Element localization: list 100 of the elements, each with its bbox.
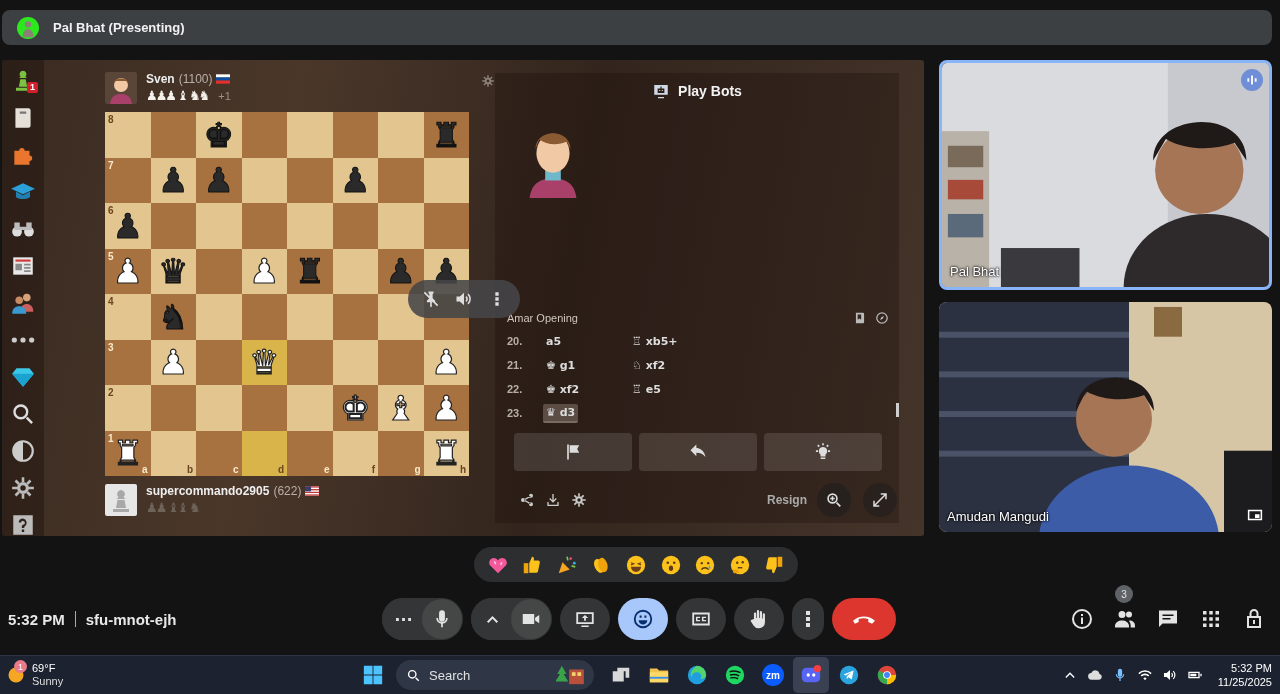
clock-date[interactable]: 11/25/2025 xyxy=(1217,675,1272,689)
move[interactable]: ♚ g1 xyxy=(543,356,619,374)
board-square[interactable]: ♟ xyxy=(332,157,378,203)
browser-icon[interactable] xyxy=(686,664,708,686)
search-icon[interactable] xyxy=(10,401,36,427)
phone-icon xyxy=(853,614,875,624)
help-icon[interactable] xyxy=(10,512,36,536)
expand-icon xyxy=(871,491,889,509)
board-square[interactable]: 4 xyxy=(105,294,151,340)
flag-button[interactable] xyxy=(514,433,632,471)
player-name: supercommando2905 xyxy=(146,484,270,498)
chess-piece[interactable]: ♟ xyxy=(158,160,189,201)
move[interactable]: ♘ xf2 xyxy=(629,356,705,374)
chess-piece[interactable]: ♟ xyxy=(340,160,371,201)
chess-piece[interactable]: ♟ xyxy=(112,205,143,246)
video-tile[interactable]: Pal Bhat xyxy=(939,60,1272,290)
move[interactable]: ♖ e5 xyxy=(629,380,705,398)
caret-icon xyxy=(487,615,498,623)
compass-icon[interactable] xyxy=(875,311,889,325)
thinking-face-icon[interactable] xyxy=(728,553,751,576)
chess-piece[interactable]: ♛ xyxy=(158,251,189,292)
move-number: 20. xyxy=(507,335,524,347)
board-square[interactable]: ♟ xyxy=(150,157,196,203)
panel-title: Play Bots xyxy=(678,83,742,99)
board-square[interactable]: e xyxy=(287,430,333,476)
zoom-button[interactable] xyxy=(817,483,851,517)
move[interactable]: ♖ xb5+ xyxy=(629,332,705,350)
chess-piece[interactable]: ♚ xyxy=(203,114,234,155)
settings-icon[interactable] xyxy=(571,492,587,508)
video-tile[interactable]: Amudan Mangudi xyxy=(939,302,1272,532)
chrome-icon[interactable] xyxy=(876,664,898,686)
chess-piece[interactable]: ♟ xyxy=(203,160,234,201)
captured-pieces: ♟♟ ♝♝ ♞ xyxy=(146,500,199,515)
board-square[interactable]: 2 xyxy=(105,385,151,431)
more-button[interactable] xyxy=(792,598,824,640)
zoom-app-icon[interactable]: zm xyxy=(762,664,784,686)
board-square[interactable]: 3 xyxy=(105,339,151,385)
board-square[interactable]: ♜ xyxy=(287,248,333,294)
player-rating: (622) xyxy=(273,484,302,498)
move-number: 23. xyxy=(507,407,524,419)
chess-piece[interactable]: ♟ xyxy=(112,251,143,292)
info-icon[interactable] xyxy=(1070,607,1094,631)
wifi-icon[interactable] xyxy=(1136,667,1153,683)
captions-button[interactable] xyxy=(676,598,726,640)
rank-label: 3 xyxy=(108,341,114,353)
surprised-face-icon[interactable] xyxy=(659,553,682,576)
avatar-icon xyxy=(17,16,39,39)
music-app-icon[interactable] xyxy=(724,664,746,686)
chess-piece[interactable]: ♟ xyxy=(385,251,416,292)
download-icon[interactable] xyxy=(545,492,561,508)
mic-button[interactable] xyxy=(422,599,462,639)
weather-condition: Sunny xyxy=(32,675,64,688)
resign-link[interactable]: Resign xyxy=(767,493,807,507)
board-square[interactable]: ♜ xyxy=(423,112,469,158)
smiley-icon xyxy=(632,608,654,630)
cloud-icon[interactable] xyxy=(1086,667,1103,683)
flag-icon xyxy=(216,74,231,84)
move-number: 21. xyxy=(507,359,524,371)
leave-call-button[interactable] xyxy=(832,598,896,640)
chess-piece[interactable]: ♜ xyxy=(112,433,143,474)
chess-piece[interactable]: ♟ xyxy=(431,387,462,428)
windows-start-icon[interactable] xyxy=(362,664,384,686)
board-square[interactable]: ♚ xyxy=(196,112,242,158)
present-button[interactable] xyxy=(560,598,610,640)
move[interactable]: ♛ d3 xyxy=(543,403,579,423)
camera-button[interactable] xyxy=(511,599,551,639)
board-square[interactable]: ♛ xyxy=(150,248,196,294)
notification-badge: 1 xyxy=(14,660,27,673)
raise-hand-button[interactable] xyxy=(734,598,784,640)
board-square[interactable]: ♞ xyxy=(150,294,196,340)
reactions-button[interactable] xyxy=(618,598,668,640)
file-label: a xyxy=(141,464,148,475)
laughing-face-icon[interactable] xyxy=(624,553,647,576)
chess-piece[interactable]: ♜ xyxy=(294,251,325,292)
hint-button[interactable] xyxy=(764,433,882,471)
board-square[interactable]: 7 xyxy=(105,157,151,203)
board-square[interactable]: d xyxy=(241,430,287,476)
paper-plane-icon[interactable] xyxy=(838,664,860,686)
chess-piece[interactable]: ♞ xyxy=(158,296,189,337)
contrast-icon[interactable] xyxy=(10,438,36,464)
fullscreen-button[interactable] xyxy=(863,483,897,517)
sad-face-icon[interactable] xyxy=(694,553,717,576)
book-icon[interactable] xyxy=(853,311,867,325)
board-square[interactable]: 8 xyxy=(105,112,151,158)
share-icon[interactable] xyxy=(519,492,535,508)
volume-icon[interactable] xyxy=(1161,667,1178,683)
board-square[interactable]: ♟ xyxy=(378,248,424,294)
chess-piece[interactable]: ♜ xyxy=(431,114,462,155)
board-square[interactable]: ♟ xyxy=(423,385,469,431)
board-square[interactable]: c xyxy=(196,430,242,476)
board-square[interactable]: g xyxy=(378,430,424,476)
board-square[interactable]: ♟ xyxy=(196,157,242,203)
board-square[interactable]: f xyxy=(332,430,378,476)
taskbar-search[interactable]: Search xyxy=(396,660,594,690)
move[interactable]: ♚ xf2 xyxy=(543,380,619,398)
settings-icon[interactable] xyxy=(10,475,36,501)
robot-icon xyxy=(652,82,671,100)
clock-time[interactable]: 5:32 PM xyxy=(1231,661,1272,675)
move[interactable]: a5 xyxy=(543,332,619,350)
board-square[interactable]: b xyxy=(150,430,196,476)
